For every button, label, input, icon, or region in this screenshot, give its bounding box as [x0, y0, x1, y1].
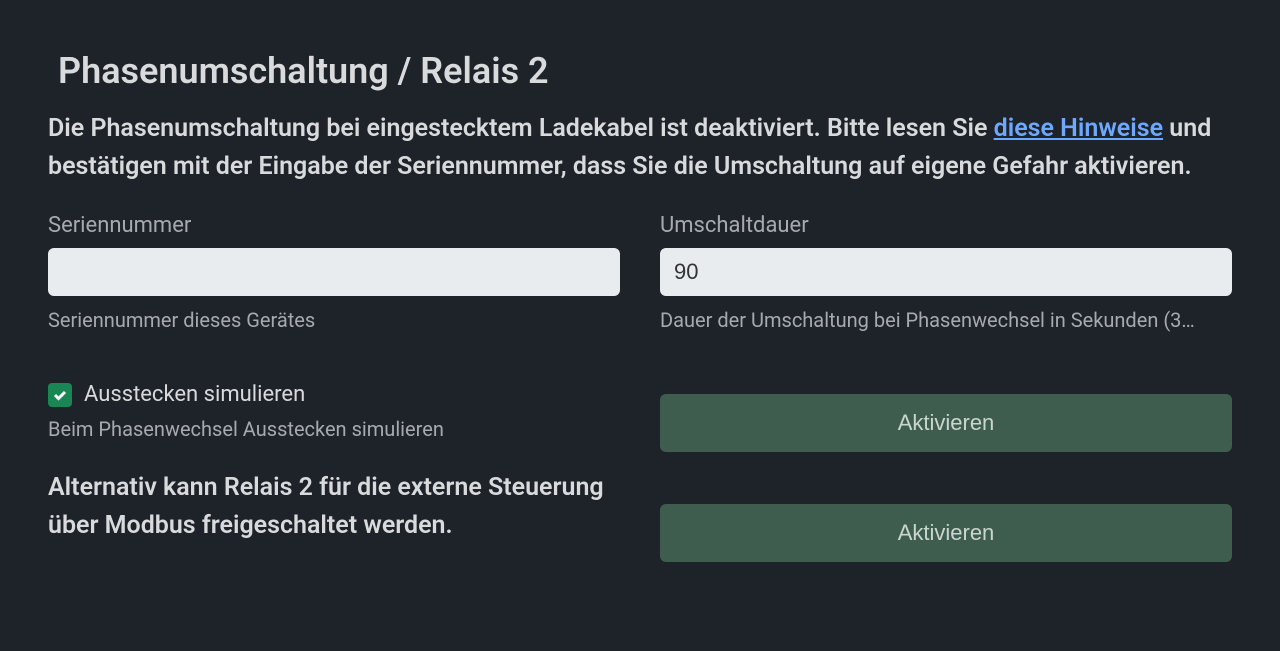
check-icon: [52, 387, 68, 403]
hints-link[interactable]: diese Hinweise: [994, 114, 1163, 143]
serial-input[interactable]: [48, 248, 620, 296]
simulate-checkbox-row[interactable]: Ausstecken simulieren: [48, 382, 620, 407]
intro-part1: Die Phasenumschaltung bei eingestecktem …: [48, 114, 994, 143]
activate-phase-button[interactable]: Aktivieren: [660, 394, 1232, 452]
serial-label: Seriennummer: [48, 213, 620, 238]
left-column: Seriennummer Seriennummer dieses Gerätes…: [48, 213, 620, 562]
alt-text: Alternativ kann Relais 2 für die externe…: [48, 469, 620, 544]
activate-modbus-button[interactable]: Aktivieren: [660, 504, 1232, 562]
duration-help: Dauer der Umschaltung bei Phasenwechsel …: [660, 308, 1232, 332]
duration-label: Umschaltdauer: [660, 213, 1232, 238]
page-title: Phasenumschaltung / Relais 2: [48, 50, 1232, 92]
duration-input[interactable]: [660, 248, 1232, 296]
simulate-label: Ausstecken simulieren: [84, 382, 305, 407]
simulate-help: Beim Phasenwechsel Ausstecken simulieren: [48, 417, 620, 441]
form-columns: Seriennummer Seriennummer dieses Gerätes…: [48, 213, 1232, 562]
simulate-checkbox[interactable]: [48, 383, 72, 407]
intro-text: Die Phasenumschaltung bei eingestecktem …: [48, 110, 1232, 185]
serial-help: Seriennummer dieses Gerätes: [48, 308, 620, 332]
right-column: Umschaltdauer Dauer der Umschaltung bei …: [660, 213, 1232, 562]
